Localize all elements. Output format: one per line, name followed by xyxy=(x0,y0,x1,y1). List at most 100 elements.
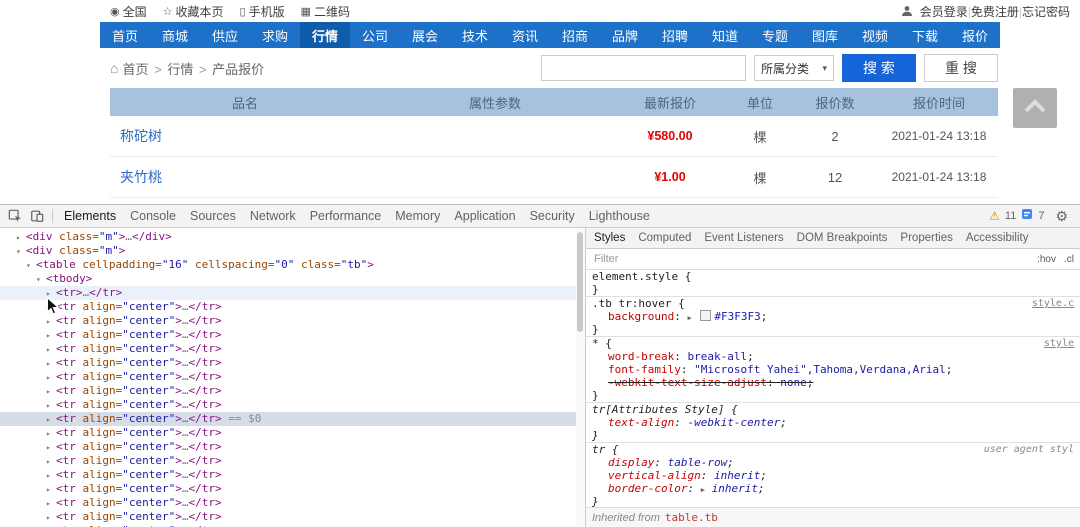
dom-tree-node[interactable]: ▸<tr align="center">…</tr> xyxy=(0,496,585,510)
css-property[interactable]: background: ▶ #F3F3F3; xyxy=(592,310,1074,323)
twisty-icon[interactable]: ▸ xyxy=(46,315,56,329)
twisty-icon[interactable]: ▸ xyxy=(46,357,56,371)
twisty-icon[interactable]: ▸ xyxy=(46,287,56,301)
nav-item[interactable]: 资讯 xyxy=(500,22,550,48)
topbar-item[interactable]: ◉ 全国 xyxy=(110,3,147,20)
twisty-icon[interactable]: ▸ xyxy=(46,441,56,455)
breadcrumb-item[interactable]: 行情 xyxy=(167,62,193,77)
nav-item[interactable]: 商城 xyxy=(150,22,200,48)
styles-tab-dom-breakpoints[interactable]: DOM Breakpoints xyxy=(797,232,888,244)
twisty-icon[interactable]: ▸ xyxy=(46,343,56,357)
topbar-link[interactable]: 会员登录 xyxy=(920,5,968,19)
twisty-icon[interactable]: ▸ xyxy=(46,385,56,399)
dom-tree-node[interactable]: ▸<tr align="center">…</tr> xyxy=(0,300,585,314)
rule-selector[interactable]: .tb tr:hover { xyxy=(592,297,685,310)
nav-item[interactable]: 知道 xyxy=(700,22,750,48)
css-property[interactable]: -webkit-text-size-adjust: none; xyxy=(592,376,1074,389)
twisty-icon[interactable]: ▸ xyxy=(46,469,56,483)
dom-tree-node[interactable]: ▸ <tr>…</tr> xyxy=(0,286,585,300)
topbar-item[interactable]: ▦ 二维码 xyxy=(301,3,350,20)
topbar-item[interactable]: ☆ 收藏本页 xyxy=(163,3,224,20)
dom-tree-node[interactable]: ▸<tr align="center">…</tr> xyxy=(0,384,585,398)
quote-row[interactable]: 称砣树 ¥580.00 棵 2 2021-01-24 13:18 xyxy=(110,116,998,157)
dom-tree-node[interactable]: ▸<tr align="center">…</tr> xyxy=(0,328,585,342)
rule-selector[interactable]: * { xyxy=(592,337,612,350)
dom-tree-node[interactable]: ▸<tr align="center">…</tr> xyxy=(0,468,585,482)
twisty-icon[interactable]: ▸ xyxy=(46,455,56,469)
devtools-tab-network[interactable]: Network xyxy=(243,205,303,227)
topbar-link[interactable]: 免费注册 xyxy=(971,5,1019,19)
dom-tree-node[interactable]: ▸<tr align="center">…</tr> xyxy=(0,356,585,370)
twisty-icon[interactable]: ▸ xyxy=(46,497,56,511)
css-property[interactable]: border-color: ▶ inherit; xyxy=(592,482,1074,495)
inherited-target-link[interactable]: table.tb xyxy=(665,511,718,524)
styles-tab-properties[interactable]: Properties xyxy=(900,232,952,244)
twisty-icon[interactable]: ▸ xyxy=(16,231,26,245)
rule-selector[interactable]: element.style { xyxy=(592,270,691,283)
nav-item[interactable]: 招聘 xyxy=(650,22,700,48)
dom-tree-node[interactable]: ▸<tr align="center">…</tr> xyxy=(0,510,585,524)
nav-item[interactable]: 首页 xyxy=(100,22,150,48)
color-swatch-icon[interactable] xyxy=(700,310,712,321)
twisty-icon[interactable]: ▾ xyxy=(36,273,46,287)
product-name-link[interactable]: 称砣树 xyxy=(110,116,380,156)
nav-item[interactable]: 图库 xyxy=(800,22,850,48)
back-to-top-button[interactable] xyxy=(1013,88,1057,128)
nav-item[interactable]: 公司 xyxy=(350,22,400,48)
warning-icon[interactable]: ⚠ xyxy=(989,209,1000,223)
nav-item[interactable]: 求购 xyxy=(250,22,300,48)
css-property[interactable]: display: table-row; xyxy=(592,456,1074,469)
devtools-tab-console[interactable]: Console xyxy=(123,205,183,227)
twisty-icon[interactable]: ▾ xyxy=(26,259,36,273)
styles-tab-accessibility[interactable]: Accessibility xyxy=(966,232,1029,244)
twisty-icon[interactable]: ▸ xyxy=(46,399,56,413)
search-input[interactable] xyxy=(541,55,746,81)
category-select[interactable]: 所属分类 ▾ xyxy=(754,55,834,81)
quote-row[interactable]: 夹竹桃 ¥1.00 棵 12 2021-01-24 13:18 xyxy=(110,157,998,198)
nav-item[interactable]: 技术 xyxy=(450,22,500,48)
nav-item[interactable]: 报价 xyxy=(950,22,1000,48)
nav-item[interactable]: 专题 xyxy=(750,22,800,48)
nav-item[interactable]: 供应 xyxy=(200,22,250,48)
styles-tab-computed[interactable]: Computed xyxy=(638,232,691,244)
css-property[interactable]: word-break: break-all; xyxy=(592,350,1074,363)
dom-tree-node[interactable]: ▸ <div class="m">…</div> xyxy=(0,230,585,244)
product-name-link[interactable]: 夹竹桃 xyxy=(110,157,380,197)
twisty-icon[interactable]: ▸ xyxy=(46,413,56,427)
research-button[interactable]: 重 搜 xyxy=(924,54,998,82)
devtools-tab-application[interactable]: Application xyxy=(447,205,522,227)
twisty-icon[interactable]: ▸ xyxy=(46,301,56,315)
breadcrumb-item[interactable]: 首页 xyxy=(122,62,148,77)
twisty-icon[interactable]: ▸ xyxy=(46,371,56,385)
dom-tree-node[interactable]: ▸<tr align="center">…</tr> xyxy=(0,398,585,412)
twisty-icon[interactable]: ▸ xyxy=(46,483,56,497)
styles-filter-input[interactable] xyxy=(592,252,1030,266)
hov-toggle[interactable]: :hov xyxy=(1037,254,1056,265)
dom-tree-node[interactable]: ▾ <tbody> xyxy=(0,272,585,286)
stylesheet-link[interactable]: style.c xyxy=(1032,297,1074,310)
device-toolbar-icon[interactable] xyxy=(26,207,48,225)
twisty-icon[interactable]: ▾ xyxy=(16,245,26,259)
css-property[interactable]: font-family: "Microsoft Yahei",Tahoma,Ve… xyxy=(592,363,1074,376)
devtools-tab-security[interactable]: Security xyxy=(523,205,582,227)
styles-tab-styles[interactable]: Styles xyxy=(594,232,625,244)
nav-item[interactable]: 品牌 xyxy=(600,22,650,48)
twisty-icon[interactable]: ▸ xyxy=(46,329,56,343)
nav-item[interactable]: 招商 xyxy=(550,22,600,48)
devtools-tab-sources[interactable]: Sources xyxy=(183,205,243,227)
inspect-icon[interactable] xyxy=(4,207,26,225)
dom-tree-node[interactable]: ▸ <tr align="center">…</tr> == $0 xyxy=(0,412,585,426)
scrollbar[interactable] xyxy=(576,228,585,527)
devtools-tab-lighthouse[interactable]: Lighthouse xyxy=(582,205,657,227)
stylesheet-link[interactable]: style xyxy=(1044,337,1074,350)
cls-toggle[interactable]: .cl xyxy=(1064,254,1074,265)
devtools-tab-performance[interactable]: Performance xyxy=(303,205,389,227)
nav-item[interactable]: 展会 xyxy=(400,22,450,48)
devtools-tab-memory[interactable]: Memory xyxy=(388,205,447,227)
css-property[interactable]: text-align: -webkit-center; xyxy=(592,416,1074,429)
dom-tree-node[interactable]: ▾ <div class="m"> xyxy=(0,244,585,258)
twisty-icon[interactable]: ▸ xyxy=(46,427,56,441)
topbar-item[interactable]: ▯ 手机版 xyxy=(240,3,285,20)
settings-gear-icon[interactable]: ⚙ xyxy=(1055,208,1068,225)
rule-selector[interactable]: tr { xyxy=(592,443,619,456)
